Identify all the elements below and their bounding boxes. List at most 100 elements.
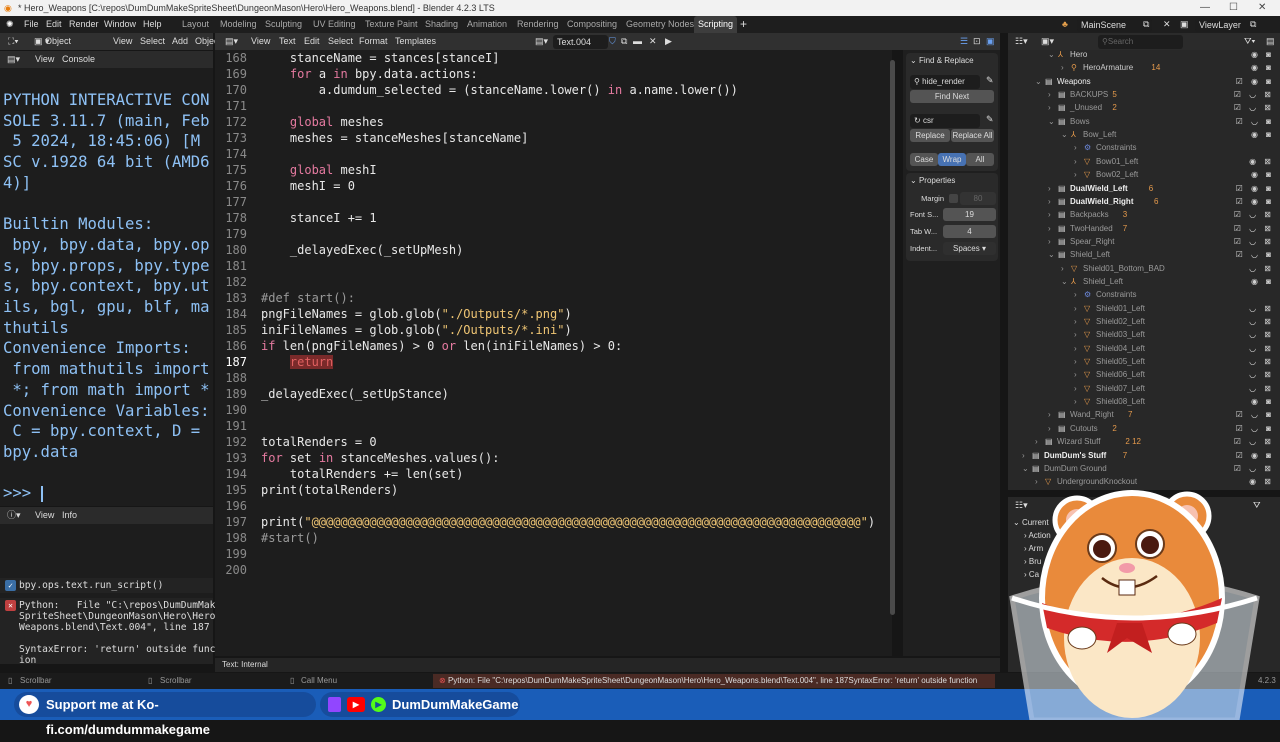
- open-text-icon[interactable]: ▬: [633, 33, 642, 50]
- close-button[interactable]: ✕: [1258, 0, 1266, 16]
- menu-file[interactable]: File: [24, 16, 39, 33]
- outliner-row[interactable]: › ▤ Wand_Right 7 ☑ ◡ ◙: [1008, 408, 1280, 421]
- outliner-row[interactable]: ⌄ ⅄ Bow_Left ◉ ◙: [1008, 128, 1280, 141]
- visibility-toggles[interactable]: ☑ ◡ ⊠: [1234, 208, 1274, 221]
- scene-selector[interactable]: MainScene: [1077, 18, 1152, 32]
- visibility-toggles[interactable]: ◡ ⊠: [1249, 368, 1274, 381]
- menu-help[interactable]: Help: [143, 16, 162, 33]
- text-editor-type-icon[interactable]: ▤▾: [225, 33, 238, 50]
- visibility-toggles[interactable]: ☑ ◡ ◙: [1236, 408, 1274, 421]
- outliner-row[interactable]: ⌄ ▤ DumDum Ground ☑ ◡ ⊠: [1008, 462, 1280, 475]
- chevron-right-icon[interactable]: ›: [1048, 182, 1051, 195]
- chevron-down-icon[interactable]: ⌄: [1048, 115, 1055, 128]
- tab-animation[interactable]: Animation: [467, 16, 507, 33]
- chevron-right-icon[interactable]: ›: [1074, 288, 1077, 301]
- viewport-menu-add[interactable]: Add: [172, 33, 188, 50]
- outliner-row[interactable]: › ▽ Shield08_Left ◉ ◙: [1008, 395, 1280, 408]
- chevron-right-icon[interactable]: ›: [1074, 368, 1077, 381]
- chevron-down-icon[interactable]: ⌄: [1061, 275, 1068, 288]
- visibility-toggles[interactable]: ◉ ⊠: [1249, 155, 1274, 168]
- visibility-toggles[interactable]: ☑ ◡ ◙: [1236, 115, 1274, 128]
- chevron-down-icon[interactable]: ⌄: [1061, 128, 1068, 141]
- visibility-toggles[interactable]: ☑ ◉ ◙: [1236, 75, 1274, 88]
- text-datablock-field[interactable]: Text.004: [553, 35, 608, 49]
- case-toggle[interactable]: Case: [910, 153, 938, 166]
- visibility-toggles[interactable]: ☑ ◉ ◙: [1236, 449, 1274, 462]
- chevron-right-icon[interactable]: ›: [1061, 61, 1064, 74]
- editor-type-icon[interactable]: ⛶▾: [8, 33, 19, 50]
- chevron-down-icon[interactable]: ⌄: [1048, 48, 1055, 61]
- chevron-right-icon[interactable]: ›: [1048, 208, 1051, 221]
- chevron-down-icon[interactable]: ⌄: [1035, 75, 1042, 88]
- outliner-row[interactable]: › ▽ Shield05_Left ◡ ⊠: [1008, 355, 1280, 368]
- add-workspace-button[interactable]: +: [740, 16, 747, 33]
- menu-render[interactable]: Render: [69, 16, 99, 33]
- menu-edit[interactable]: Edit: [46, 16, 62, 33]
- visibility-toggles[interactable]: ◡ ⊠: [1249, 342, 1274, 355]
- chevron-right-icon[interactable]: ›: [1074, 395, 1077, 408]
- chevron-right-icon[interactable]: ›: [1074, 382, 1077, 395]
- outliner-row[interactable]: › ▽ Shield04_Left ◡ ⊠: [1008, 342, 1280, 355]
- outliner-row[interactable]: › ▤ Wizard Stuff 2 12 ☑ ◡ ⊠: [1008, 435, 1280, 448]
- visibility-toggles[interactable]: ☑ ◡ ◙: [1236, 248, 1274, 261]
- visibility-toggles[interactable]: ◡ ⊠: [1249, 302, 1274, 315]
- object-mode-dropdown[interactable]: ▣ Object Mode ▾: [34, 33, 71, 63]
- outliner-row[interactable]: › ▤ _Unused 2 ☑ ◡ ⊠: [1008, 101, 1280, 114]
- toggle-syntax-icon[interactable]: ▣: [986, 33, 995, 50]
- visibility-toggles[interactable]: ◉ ◙: [1251, 395, 1274, 408]
- outliner-row[interactable]: › ▤ DualWield_Left 6 ☑ ◉ ◙: [1008, 182, 1280, 195]
- outliner-row[interactable]: › ▤ DumDum's Stuff 7 ☑ ◉ ◙: [1008, 449, 1280, 462]
- delete-scene-icon[interactable]: ✕: [1163, 16, 1171, 33]
- chevron-right-icon[interactable]: ›: [1048, 222, 1051, 235]
- outliner-row[interactable]: › ▤ DualWield_Right 6 ☑ ◉ ◙: [1008, 195, 1280, 208]
- chevron-right-icon[interactable]: ›: [1048, 235, 1051, 248]
- outliner-row[interactable]: › ▤ Spear_Right ☑ ◡ ⊠: [1008, 235, 1280, 248]
- tab-scripting[interactable]: Scripting: [694, 16, 738, 33]
- tab-shading[interactable]: Shading: [425, 16, 458, 33]
- outliner-row[interactable]: › ▤ Cutouts 2 ☑ ◡ ◙: [1008, 422, 1280, 435]
- tab-modeling[interactable]: Modeling: [220, 16, 257, 33]
- chevron-right-icon[interactable]: ›: [1048, 408, 1051, 421]
- text-menu-edit[interactable]: Edit: [304, 33, 320, 50]
- visibility-toggles[interactable]: ◡ ⊠: [1249, 328, 1274, 341]
- chevron-right-icon[interactable]: ›: [1061, 262, 1064, 275]
- menu-window[interactable]: Window: [104, 16, 136, 33]
- properties-title[interactable]: ⌄ Properties: [910, 176, 955, 185]
- all-toggle[interactable]: All: [966, 153, 994, 166]
- tab-sculpting[interactable]: Sculpting: [265, 16, 302, 33]
- tab-geometry-nodes[interactable]: Geometry Nodes: [626, 16, 694, 33]
- chevron-right-icon[interactable]: ›: [1035, 435, 1038, 448]
- tab-compositing[interactable]: Compositing: [567, 16, 617, 33]
- visibility-toggles[interactable]: ☑ ◡ ⊠: [1234, 235, 1274, 248]
- chevron-right-icon[interactable]: ›: [1048, 422, 1051, 435]
- outliner-row[interactable]: ⌄ ⅄ Hero ◉ ◙: [1008, 48, 1280, 61]
- code-scrollbar[interactable]: [890, 60, 895, 615]
- minimize-button[interactable]: —: [1200, 0, 1210, 16]
- font-size-field[interactable]: 19: [943, 208, 996, 221]
- margin-checkbox[interactable]: [949, 194, 958, 203]
- visibility-toggles[interactable]: ☑ ◉ ◙: [1236, 182, 1274, 195]
- tab-layout[interactable]: Layout: [182, 16, 209, 33]
- replace-all-button[interactable]: Replace All: [951, 129, 994, 142]
- maximize-button[interactable]: ☐: [1229, 0, 1238, 16]
- visibility-toggles[interactable]: ◉ ◙: [1251, 61, 1274, 74]
- viewport-menu-select[interactable]: Select: [140, 33, 165, 50]
- replace-eyedropper-icon[interactable]: ✎: [986, 114, 994, 125]
- margin-field[interactable]: 80: [960, 192, 996, 205]
- chevron-right-icon[interactable]: ›: [1074, 328, 1077, 341]
- outliner-row[interactable]: › ▽ Shield02_Left ◡ ⊠: [1008, 315, 1280, 328]
- visibility-toggles[interactable]: ☑ ◡ ◙: [1236, 422, 1274, 435]
- chevron-right-icon[interactable]: ›: [1022, 449, 1025, 462]
- replace-button[interactable]: Replace: [910, 129, 950, 142]
- chevron-right-icon[interactable]: ›: [1074, 315, 1077, 328]
- chevron-right-icon[interactable]: ›: [1048, 88, 1051, 101]
- visibility-toggles[interactable]: ☑ ◡ ⊠: [1234, 435, 1274, 448]
- find-input[interactable]: ⚲ hide_render: [910, 75, 980, 89]
- outliner-search[interactable]: ⚲ Search: [1098, 35, 1183, 49]
- outliner-row[interactable]: › ⚲ HeroArmature 14 ◉ ◙: [1008, 61, 1280, 74]
- new-view-layer-icon[interactable]: ⧉: [1250, 16, 1256, 33]
- visibility-toggles[interactable]: ☑ ◡ ⊠: [1234, 222, 1274, 235]
- visibility-toggles[interactable]: ☑ ◉ ◙: [1236, 195, 1274, 208]
- visibility-toggles[interactable]: ◡ ⊠: [1249, 382, 1274, 395]
- outliner-row[interactable]: ⌄ ▤ Shield_Left ☑ ◡ ◙: [1008, 248, 1280, 261]
